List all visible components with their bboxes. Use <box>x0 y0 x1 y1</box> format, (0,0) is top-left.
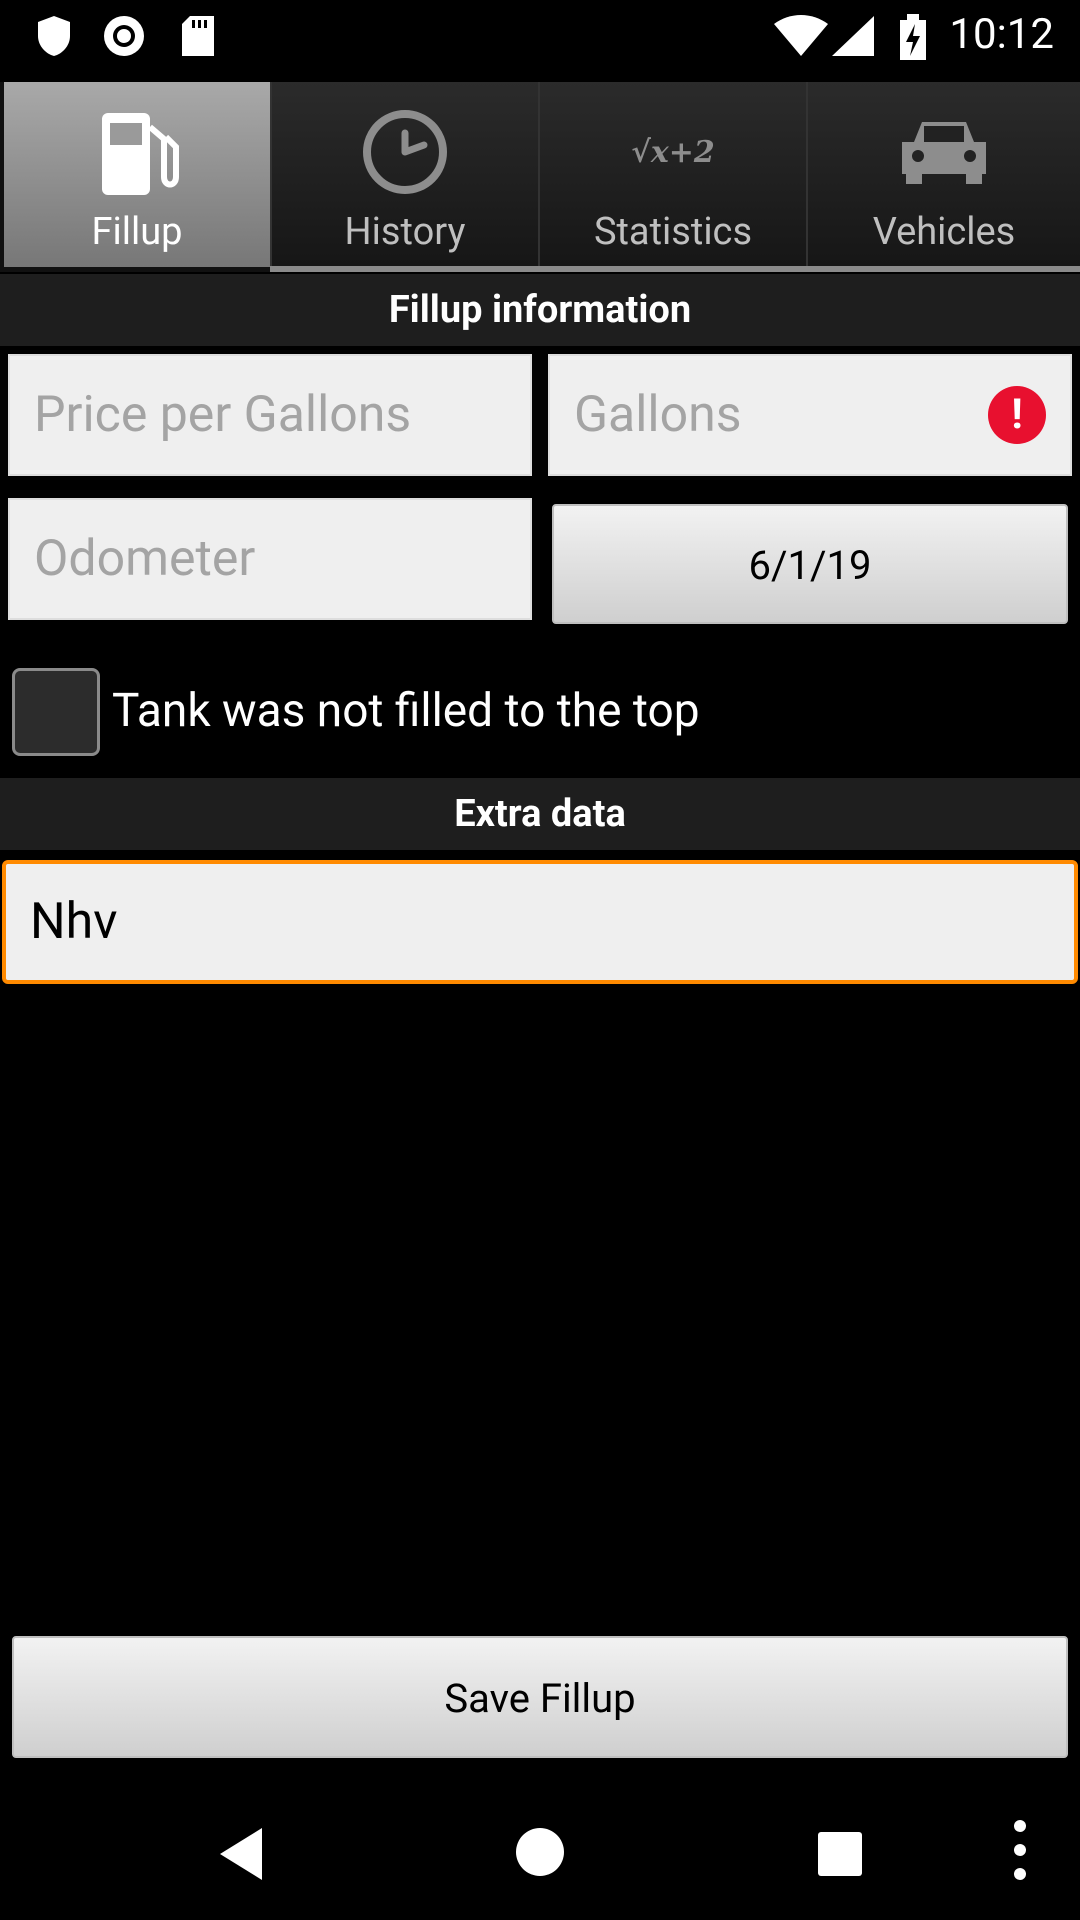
extra-data-input[interactable] <box>6 864 1074 980</box>
tab-label: History <box>344 210 466 254</box>
home-icon[interactable] <box>514 1826 566 1878</box>
save-fillup-button[interactable]: Save Fillup <box>12 1636 1068 1758</box>
tab-underline <box>270 266 1080 272</box>
battery-charging-icon <box>900 14 926 60</box>
sd-card-icon <box>182 16 214 56</box>
fuel-pump-icon <box>4 102 270 202</box>
gallons-field[interactable]: ! <box>548 354 1072 476</box>
odometer-input[interactable] <box>10 500 530 618</box>
tab-bar: Fillup History √x+2 Statistics Vehicles <box>0 82 1080 272</box>
price-per-gallon-input[interactable] <box>10 356 530 474</box>
record-icon <box>104 16 144 56</box>
partial-fill-label: Tank was not filled to the top <box>112 684 700 738</box>
tab-vehicles[interactable]: Vehicles <box>808 82 1080 267</box>
odometer-field[interactable] <box>8 498 532 620</box>
status-bar: 10:12 <box>0 0 1080 78</box>
tab-fillup[interactable]: Fillup <box>4 82 272 267</box>
formula-icon: √x+2 <box>631 134 715 170</box>
clock: 10:12 <box>949 10 1054 59</box>
clock-icon <box>272 102 538 202</box>
partial-fill-checkbox[interactable] <box>12 668 100 756</box>
tab-history[interactable]: History <box>272 82 540 267</box>
tab-label: Vehicles <box>872 210 1016 254</box>
wifi-icon <box>774 15 828 56</box>
section-header-fillup: Fillup information <box>0 274 1080 346</box>
price-per-gallon-field[interactable] <box>8 354 532 476</box>
tab-statistics[interactable]: √x+2 Statistics <box>540 82 808 267</box>
navigation-bar <box>0 1800 1080 1920</box>
section-header-extra: Extra data <box>0 778 1080 850</box>
extra-data-field[interactable] <box>2 860 1078 984</box>
more-options-icon[interactable] <box>1008 1818 1032 1882</box>
recents-icon[interactable] <box>816 1830 864 1878</box>
shield-icon <box>38 16 70 56</box>
car-icon <box>808 102 1080 202</box>
tab-label: Statistics <box>593 210 753 254</box>
signal-icon <box>832 16 874 56</box>
back-icon[interactable] <box>216 1826 266 1882</box>
tab-label: Fillup <box>91 210 183 254</box>
error-icon: ! <box>988 386 1046 444</box>
date-button[interactable]: 6/1/19 <box>552 504 1068 624</box>
